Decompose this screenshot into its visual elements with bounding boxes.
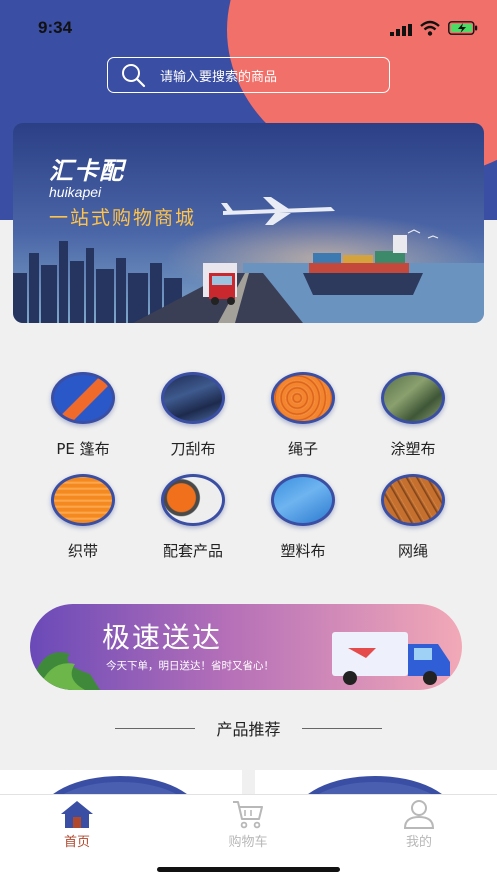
section-title-recommend: 产品推荐 — [216, 720, 281, 739]
home-icon — [61, 801, 93, 828]
search-icon — [122, 64, 146, 88]
brand-name-en: huikapei — [49, 184, 102, 200]
shopping-cart-icon — [233, 801, 263, 829]
status-bar: 9:34 — [0, 0, 497, 54]
tab-profile[interactable]: 我的 — [369, 799, 469, 850]
tab-cart[interactable]: 购物车 — [198, 799, 298, 850]
section-header-recommend: 产品推荐 — [0, 716, 497, 740]
rope-icon — [271, 372, 335, 424]
promo-illustration — [30, 632, 450, 690]
tab-home-label: 首页 — [63, 835, 90, 850]
brand-name-cn: 汇卡配 — [49, 157, 124, 185]
user-icon — [403, 800, 435, 829]
search-box[interactable]: 请输入要搜索的商品 — [107, 57, 390, 93]
category-accessories[interactable]: 配套产品 — [138, 474, 248, 561]
tab-profile-label: 我的 — [405, 835, 432, 850]
promo-subtitle: 今天下单，明日送达！省时又省心！ — [106, 660, 274, 672]
category-pe-tarp[interactable]: PE 篷布 — [28, 372, 138, 459]
cellular-signal-icon — [390, 24, 412, 36]
category-rope[interactable]: 绳子 — [248, 372, 358, 459]
tarp-icon — [51, 372, 115, 424]
home-indicator[interactable] — [157, 867, 340, 872]
banner-slogan: 一站式购物商城 — [49, 207, 197, 229]
knife-coated-fabric-icon — [161, 372, 225, 424]
category-coated-fabric[interactable]: 涂塑布 — [358, 372, 468, 459]
wifi-icon — [420, 20, 440, 36]
category-knife-coated-fabric[interactable]: 刀刮布 — [138, 372, 248, 459]
category-webbing[interactable]: 织带 — [28, 474, 138, 561]
webbing-icon — [51, 474, 115, 526]
battery-charging-icon — [448, 21, 478, 35]
divider-right — [302, 728, 382, 729]
brand-logo: 汇卡配 huikapei — [49, 151, 124, 200]
accessories-icon — [161, 474, 225, 526]
tab-home[interactable]: 首页 — [27, 799, 127, 850]
promo-banner[interactable]: 极速送达 今天下单，明日送达！省时又省心！ — [30, 604, 462, 690]
divider-left — [115, 728, 195, 729]
tab-cart-label: 购物车 — [228, 835, 268, 850]
net-rope-icon — [381, 474, 445, 526]
category-net-rope[interactable]: 网绳 — [358, 474, 468, 561]
plastic-sheet-icon — [271, 474, 335, 526]
category-plastic-sheet[interactable]: 塑料布 — [248, 474, 358, 561]
coated-fabric-icon — [381, 372, 445, 424]
promo-title: 极速送达 — [102, 621, 223, 654]
search-input[interactable]: 请输入要搜索的商品 — [160, 66, 277, 85]
status-time: 9:34 — [38, 18, 73, 37]
hero-banner[interactable]: 汇卡配 huikapei 一站式购物商城 — [13, 123, 484, 323]
